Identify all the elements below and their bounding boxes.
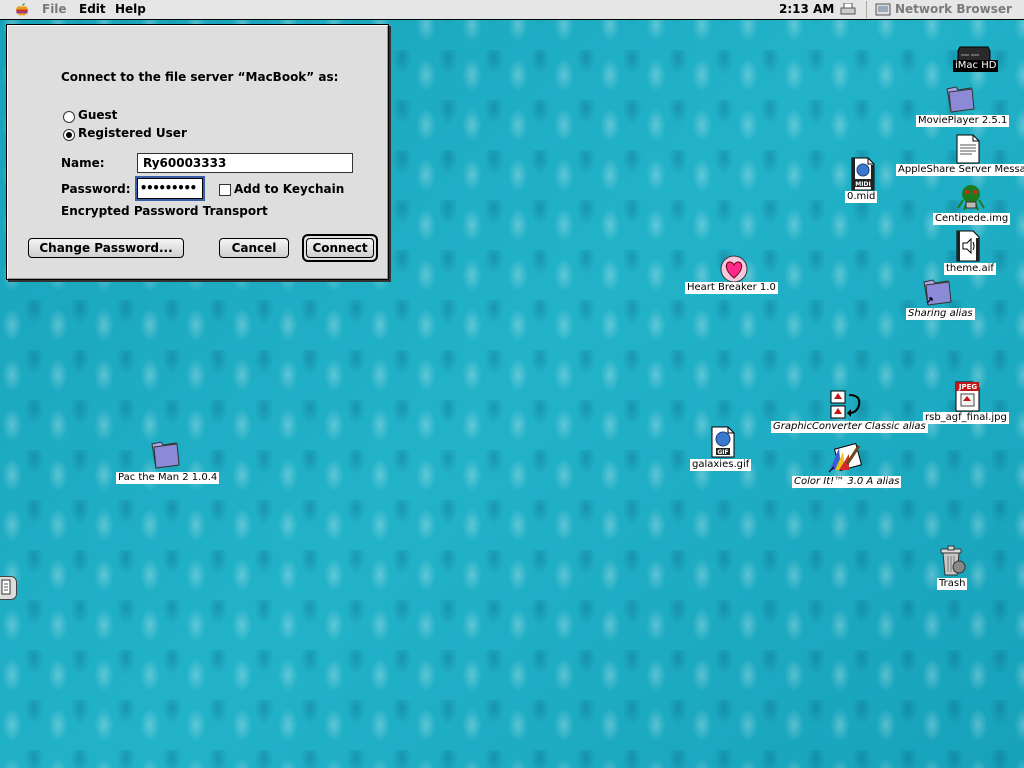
menu-help[interactable]: Help [115,2,146,16]
folder-alias-icon[interactable] [921,276,953,306]
icon-label-heartbreaker[interactable]: Heart Breaker 1.0 [685,282,778,294]
jpeg-file-icon[interactable]: JPEG [951,380,985,412]
document-tab-icon [1,579,11,595]
icon-label-graphicconverter-alias[interactable]: GraphicConverter Classic alias [771,421,928,433]
change-password-button[interactable]: Change Password... [28,238,184,258]
password-label: Password: [61,182,131,196]
icon-label-sharing-alias[interactable]: Sharing alias [906,308,975,320]
add-to-keychain-label[interactable]: Add to Keychain [234,182,344,196]
icon-label-trash[interactable]: Trash [937,578,968,590]
color-it-alias-icon[interactable] [827,442,863,474]
registered-user-label[interactable]: Registered User [78,126,187,140]
jpeg-badge-text: JPEG [958,383,978,391]
drawer-tab[interactable] [0,576,17,600]
application-menu[interactable]: Network Browser [895,2,1012,16]
menu-file[interactable]: File [42,2,67,16]
heart-icon[interactable] [719,255,749,283]
apple-menu-icon[interactable] [14,2,30,17]
guest-label[interactable]: Guest [78,108,117,122]
document-icon[interactable] [955,134,981,164]
connect-prompt: Connect to the file server “MacBook” as: [61,70,339,84]
network-browser-icon[interactable] [875,3,891,16]
name-label: Name: [61,156,105,170]
icon-label-mid[interactable]: 0.mid [845,191,878,203]
audio-file-icon[interactable] [954,230,982,262]
menubar-divider [866,1,867,18]
icon-label-galaxies[interactable]: galaxies.gif [690,459,752,471]
centipede-icon[interactable] [954,182,988,212]
midi-badge-text: MIDI [855,181,870,188]
icon-label-appleshare[interactable]: AppleShare Server Messa [896,164,1024,176]
trash-icon[interactable] [937,545,967,577]
icon-label-pacman[interactable]: Pac the Man 2 1.0.4 [116,472,220,484]
icon-label-color-it-alias[interactable]: Color It!™ 3.0 A alias [792,476,902,488]
folder-icon[interactable] [944,83,976,113]
folder-icon[interactable] [149,438,181,470]
connect-button[interactable]: Connect [306,238,374,258]
gif-file-icon[interactable]: GIF [708,426,738,458]
graphicconverter-alias-icon[interactable] [829,389,865,421]
icon-label-movieplayer[interactable]: MoviePlayer 2.5.1 [916,115,1010,127]
icon-label-imac-hd[interactable]: iMac HD [953,60,999,72]
printer-icon[interactable] [840,3,856,16]
guest-radio[interactable] [63,111,75,123]
password-field[interactable]: ••••••••• [135,176,205,201]
icon-label-theme[interactable]: theme.aif [944,263,996,275]
registered-user-radio[interactable] [63,129,75,141]
menu-bar: File Edit Help 2:13 AM Network Browser [0,0,1024,20]
encryption-status-label: Encrypted Password Transport [61,204,268,218]
cancel-button[interactable]: Cancel [219,238,289,258]
icon-label-centipede[interactable]: Centipede.img [933,213,1011,225]
connect-dialog: Connect to the file server “MacBook” as:… [6,24,389,280]
midi-file-icon[interactable]: MIDI [848,157,878,191]
add-to-keychain-checkbox[interactable] [219,184,231,196]
icon-label-rsb[interactable]: rsb_agf_final.jpg [923,412,1009,424]
menubar-clock[interactable]: 2:13 AM [779,2,834,16]
name-field[interactable]: Ry60003333 [137,153,353,173]
gif-badge-text: GIF [717,449,728,456]
menu-edit[interactable]: Edit [79,2,106,16]
